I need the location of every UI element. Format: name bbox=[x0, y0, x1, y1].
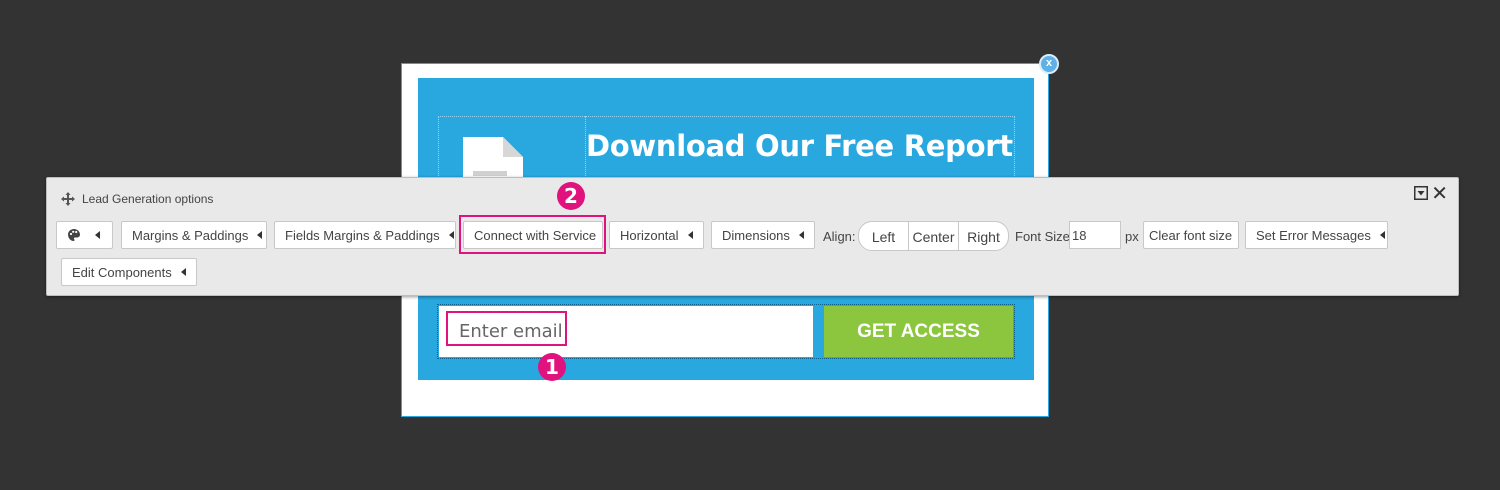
lead-generation-toolbar: Lead Generation options ✕ Margins & Padd… bbox=[46, 177, 1459, 296]
button-label: Edit Components bbox=[72, 264, 172, 280]
palette-icon bbox=[68, 229, 80, 241]
collapse-icon[interactable] bbox=[1414, 186, 1428, 200]
button-label: Horizontal bbox=[620, 227, 679, 243]
caret-left-icon bbox=[687, 231, 693, 239]
font-size-label: Font Size bbox=[1015, 229, 1070, 244]
align-label: Align: bbox=[823, 229, 856, 244]
button-label: Clear font size bbox=[1149, 227, 1233, 243]
clear-font-size-button[interactable]: Clear font size bbox=[1143, 221, 1239, 249]
caret-left-icon bbox=[448, 231, 454, 239]
image-cell bbox=[438, 116, 585, 197]
caret-left-icon bbox=[257, 231, 263, 239]
edit-components-button[interactable]: Edit Components bbox=[61, 258, 197, 286]
caret-left-icon bbox=[95, 231, 100, 239]
horizontal-button[interactable]: Horizontal bbox=[609, 221, 704, 249]
button-label: Set Error Messages bbox=[1256, 227, 1371, 243]
button-label: Dimensions bbox=[722, 227, 790, 243]
get-access-button[interactable]: GET ACCESS bbox=[824, 306, 1013, 357]
align-right-button[interactable]: Right bbox=[959, 222, 1008, 250]
close-popup-button[interactable]: x bbox=[1039, 54, 1059, 74]
fields-margins-paddings-button[interactable]: Fields Margins & Paddings bbox=[274, 221, 456, 249]
button-label: Margins & Paddings bbox=[132, 227, 249, 243]
button-label: Fields Margins & Paddings bbox=[285, 227, 440, 243]
popup-headline: Download Our Free Report bbox=[586, 129, 1013, 163]
caret-left-icon bbox=[1379, 231, 1385, 239]
email-field[interactable] bbox=[439, 306, 813, 357]
toolbar-title[interactable]: Lead Generation options bbox=[61, 192, 213, 206]
optin-form: GET ACCESS bbox=[437, 304, 1015, 359]
step-marker-1: 1 bbox=[538, 353, 566, 381]
align-segmented-control: Left Center Right bbox=[858, 221, 1009, 251]
margins-paddings-button[interactable]: Margins & Paddings bbox=[121, 221, 267, 249]
move-icon[interactable] bbox=[61, 192, 75, 206]
step-marker-2: 2 bbox=[557, 182, 585, 210]
align-center-button[interactable]: Center bbox=[909, 222, 959, 250]
close-toolbar-icon[interactable]: ✕ bbox=[1431, 181, 1448, 205]
color-palette-button[interactable] bbox=[56, 221, 113, 249]
toolbar-title-text: Lead Generation options bbox=[82, 192, 214, 206]
align-left-button[interactable]: Left bbox=[859, 222, 909, 250]
font-size-unit: px bbox=[1125, 229, 1139, 244]
caret-left-icon bbox=[798, 231, 804, 239]
button-label: Connect with Service bbox=[474, 227, 597, 243]
font-size-input[interactable] bbox=[1069, 221, 1121, 249]
connect-with-service-button[interactable]: Connect with Service bbox=[463, 221, 603, 249]
caret-left-icon bbox=[180, 268, 186, 276]
headline-cell: Download Our Free Report bbox=[585, 116, 1015, 186]
dimensions-button[interactable]: Dimensions bbox=[711, 221, 815, 249]
set-error-messages-button[interactable]: Set Error Messages bbox=[1245, 221, 1388, 249]
